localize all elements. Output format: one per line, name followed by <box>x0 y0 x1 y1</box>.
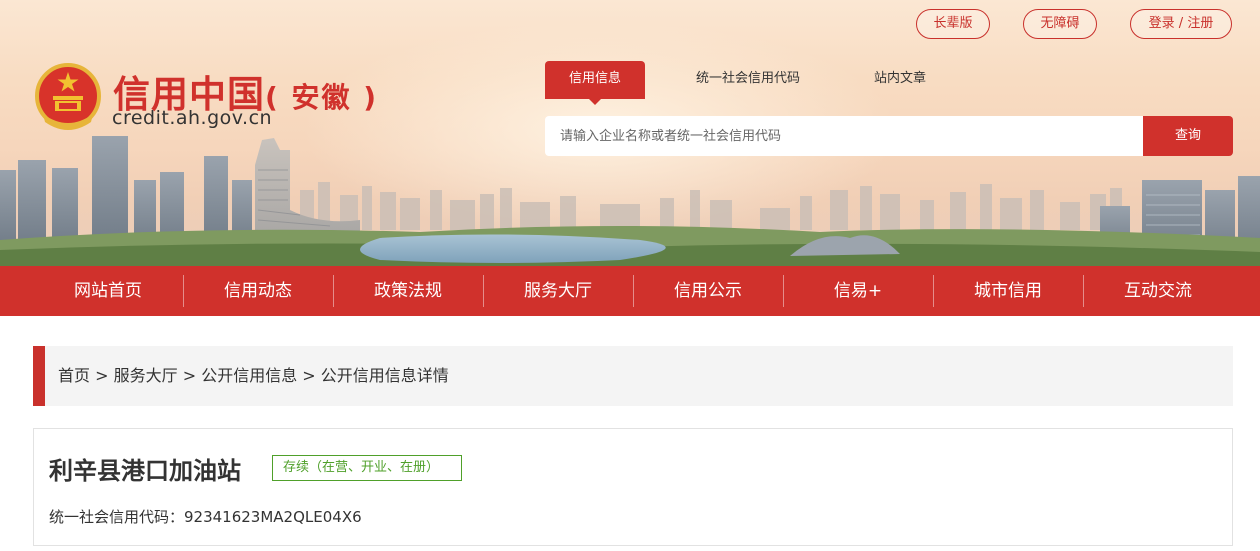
search-button[interactable]: 查询 <box>1143 116 1233 156</box>
accessibility-button[interactable]: 无障碍 <box>1023 9 1097 39</box>
login-register-button[interactable]: 登录 / 注册 <box>1130 9 1232 39</box>
site-url: credit.ah.gov.cn <box>112 107 273 129</box>
nav-home[interactable]: 网站首页 <box>33 266 183 316</box>
nav-xinyi-plus[interactable]: 信易+ <box>783 266 933 316</box>
header-banner: 长辈版 无障碍 登录 / 注册 信用中国( 安徽 ) credit.ah.gov… <box>0 0 1260 266</box>
nav-credit-publicity[interactable]: 信用公示 <box>633 266 783 316</box>
breadcrumb-separator: > <box>90 366 114 385</box>
nav-city-credit[interactable]: 城市信用 <box>933 266 1083 316</box>
tab-credit-code[interactable]: 统一社会信用代码 <box>677 61 819 99</box>
breadcrumb: 首页 > 服务大厅 > 公开信用信息 > 公开信用信息详情 <box>33 346 1233 406</box>
breadcrumb-service-hall[interactable]: 服务大厅 <box>114 366 178 385</box>
breadcrumb-separator: > <box>177 366 202 385</box>
nav-policy[interactable]: 政策法规 <box>333 266 483 316</box>
nav-credit-news[interactable]: 信用动态 <box>183 266 333 316</box>
tab-credit-info[interactable]: 信用信息 <box>545 61 645 105</box>
tab-site-articles[interactable]: 站内文章 <box>852 61 948 99</box>
breadcrumb-accent-bar <box>33 346 45 406</box>
company-detail-card: 利辛县港口加油站 存续（在营、开业、在册） 统一社会信用代码：92341623M… <box>33 428 1233 546</box>
breadcrumb-home[interactable]: 首页 <box>58 366 90 385</box>
breadcrumb-public-credit-info[interactable]: 公开信用信息 <box>201 366 297 385</box>
credit-code: 统一社会信用代码：92341623MA2QLE04X6 <box>49 508 362 526</box>
province-label: ( 安徽 ) <box>265 81 379 114</box>
search-input[interactable] <box>545 116 1143 156</box>
breadcrumb-current-page: 公开信用信息详情 <box>320 366 449 385</box>
national-emblem-icon <box>35 63 101 130</box>
breadcrumb-trail: 首页 > 服务大厅 > 公开信用信息 > 公开信用信息详情 <box>58 346 449 406</box>
status-badge: 存续（在营、开业、在册） <box>272 455 462 481</box>
elder-mode-button[interactable]: 长辈版 <box>916 9 990 39</box>
main-nav: 网站首页 信用动态 政策法规 服务大厅 信用公示 信易+ 城市信用 互动交流 <box>0 266 1260 316</box>
nav-service-hall[interactable]: 服务大厅 <box>483 266 633 316</box>
nav-interaction[interactable]: 互动交流 <box>1083 266 1233 316</box>
breadcrumb-separator: > <box>297 366 321 385</box>
company-name: 利辛县港口加油站 <box>49 457 241 485</box>
